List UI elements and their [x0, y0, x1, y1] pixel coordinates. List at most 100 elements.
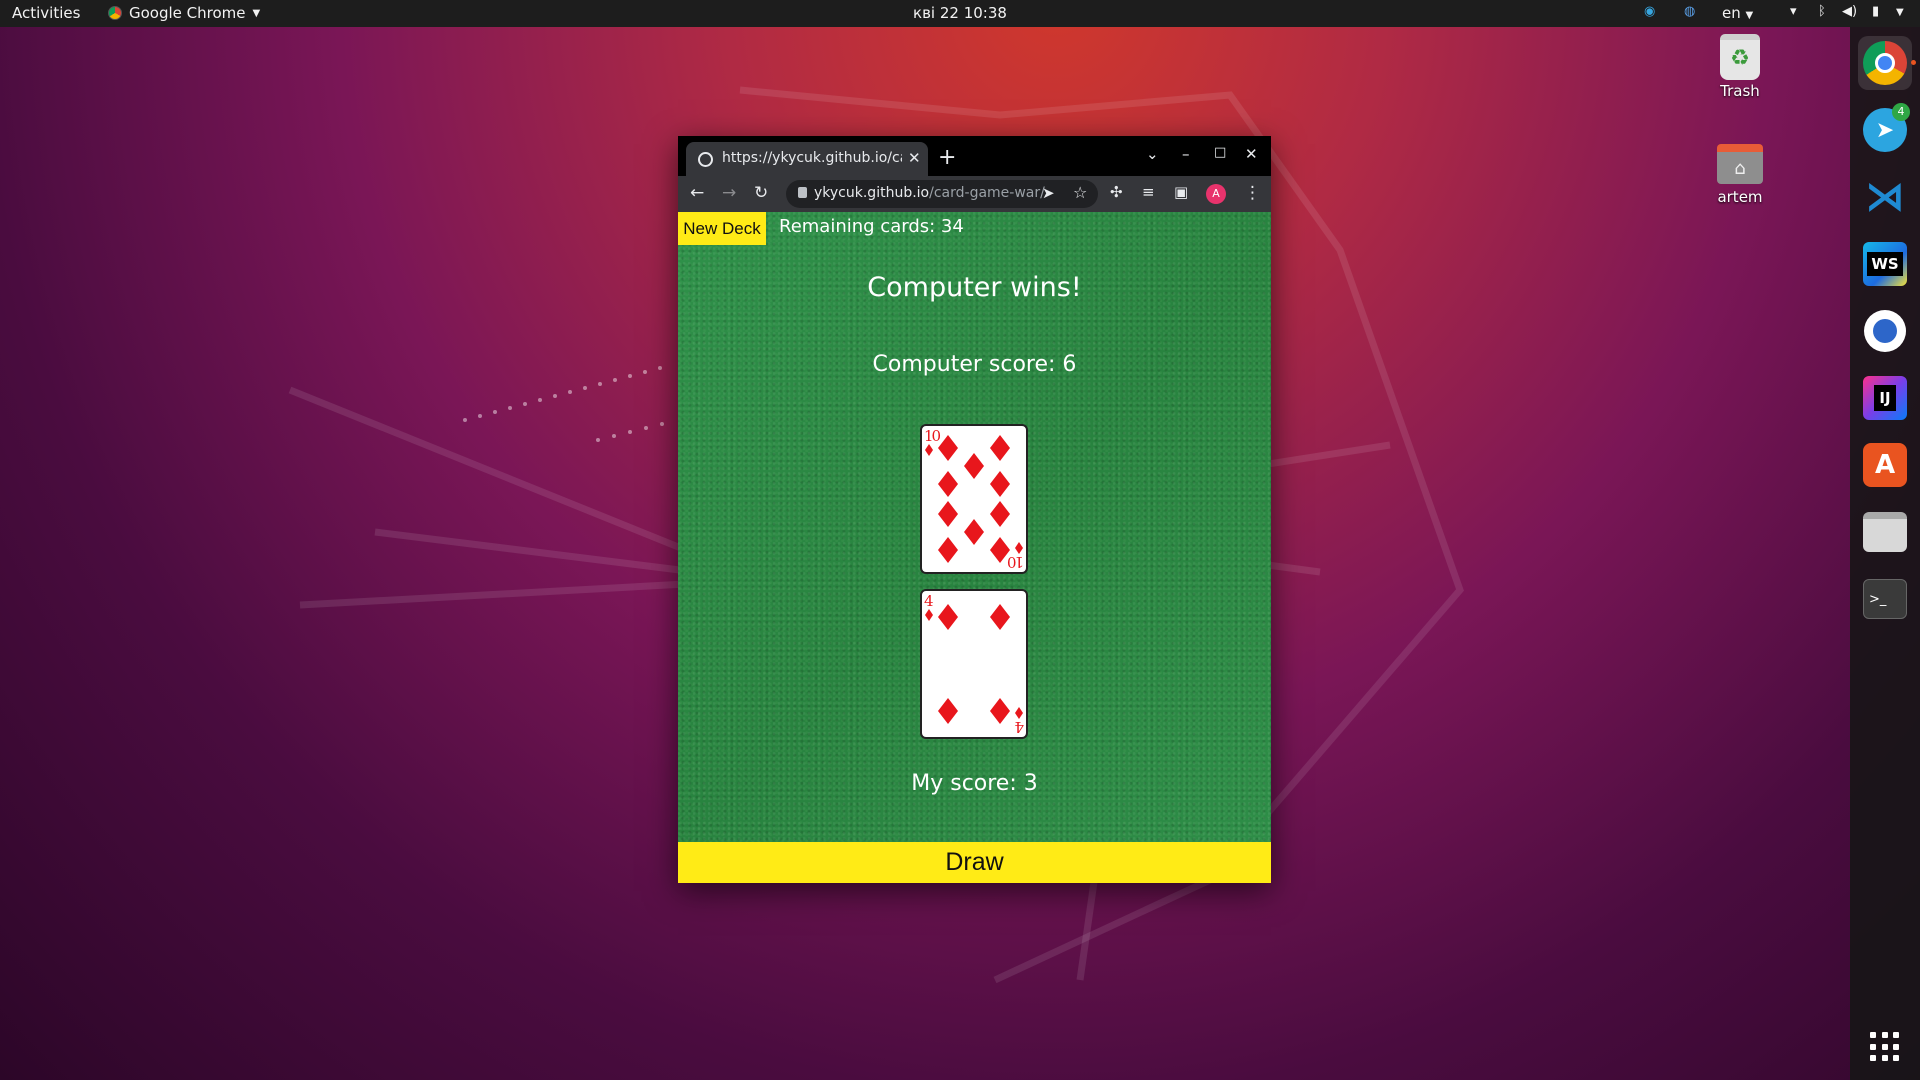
desktop-icon-home[interactable]: ⌂ artem: [1700, 144, 1780, 206]
vscode-icon: ⋊: [1865, 174, 1905, 220]
dock-files[interactable]: [1858, 505, 1912, 559]
app-icon: [1864, 310, 1906, 352]
running-indicator: [1911, 60, 1916, 65]
card-rank-corner: 4: [1015, 718, 1024, 736]
chrome-icon: [1863, 41, 1907, 85]
four-of-diamonds-card-face: 44: [924, 592, 1024, 736]
new-deck-button[interactable]: New Deck: [678, 212, 766, 245]
diamond-pip-icon: [938, 537, 958, 563]
tab-search-chevron-icon[interactable]: ⌄: [1146, 145, 1159, 163]
dock-terminal[interactable]: >_: [1858, 572, 1912, 626]
card-rank-corner: 10: [1007, 553, 1024, 571]
share-icon[interactable]: ➤: [1042, 184, 1055, 202]
window-close-button[interactable]: ✕: [1245, 145, 1258, 163]
extensions-puzzle-icon[interactable]: ✣: [1110, 183, 1123, 201]
close-icon[interactable]: ✕: [908, 149, 921, 167]
new-tab-button[interactable]: +: [938, 145, 956, 170]
tab-title: https://ykycuk.github.io/card-game-war/: [722, 150, 902, 166]
ten-of-diamonds-card-face: 10 10: [924, 427, 1024, 571]
lock-icon: [798, 187, 807, 198]
home-folder-icon: ⌂: [1717, 144, 1763, 184]
computer-score: Computer score: 6: [872, 352, 1077, 377]
diamond-pip-icon: [990, 501, 1010, 527]
address-bar[interactable]: ykycuk.github.io/card-game-war/ ➤ ☆: [786, 180, 1098, 208]
diamond-pip-icon: [938, 698, 958, 724]
desktop-icon-label: Trash: [1720, 82, 1760, 100]
system-menu-chevron-icon[interactable]: ▼: [1896, 7, 1904, 18]
intellij-label: IJ: [1874, 385, 1896, 411]
volume-icon[interactable]: ◀): [1842, 4, 1857, 19]
activities-button[interactable]: Activities: [12, 4, 80, 22]
diamond-pip-icon: [990, 537, 1010, 563]
kebab-menu-icon[interactable]: ⋮: [1244, 183, 1261, 203]
desktop-icon-trash[interactable]: ♻ Trash: [1700, 34, 1780, 100]
maximize-button[interactable]: □: [1214, 145, 1226, 160]
diamond-index-icon: [1015, 542, 1023, 554]
language-indicator[interactable]: en ▼: [1722, 4, 1753, 22]
chevron-down-icon: ▼: [1745, 10, 1754, 21]
files-icon: [1863, 512, 1907, 552]
diamond-index-icon: [1015, 707, 1023, 719]
diamond-pip-icon: [964, 453, 984, 479]
page-viewport: New Deck Remaining cards: 34 Computer wi…: [678, 212, 1271, 883]
clock[interactable]: кві 22 10:38: [0, 4, 1920, 22]
diamond-pip-icon: [990, 604, 1010, 630]
card-corner-bottom: 4: [1015, 718, 1024, 736]
bluetooth-icon[interactable]: ᛒ: [1818, 4, 1826, 19]
diamond-pip-icon: [990, 471, 1010, 497]
tab-active[interactable]: https://ykycuk.github.io/card-game-war/ …: [686, 142, 928, 176]
webstorm-label: WS: [1867, 252, 1903, 276]
diamond-pip-icon: [964, 519, 984, 545]
profile-avatar[interactable]: A: [1206, 184, 1226, 204]
trash-icon: ♻: [1720, 34, 1760, 80]
card-rank-corner: 4: [924, 592, 933, 610]
tab-strip: https://ykycuk.github.io/card-game-war/ …: [678, 136, 1271, 176]
show-applications-icon[interactable]: [1870, 1032, 1900, 1062]
card-rank-corner: 10: [924, 427, 941, 445]
dock: ➤ 4 ⋊ WS IJ A >_: [1850, 27, 1920, 1080]
dock-chrome[interactable]: [1858, 36, 1916, 90]
round-result: Computer wins!: [867, 272, 1082, 303]
chrome-window: https://ykycuk.github.io/card-game-war/ …: [678, 136, 1271, 883]
battery-icon[interactable]: ▮: [1872, 4, 1879, 19]
minimize-button[interactable]: –: [1182, 145, 1190, 163]
app-menu[interactable]: Google Chrome ▼: [108, 4, 260, 22]
side-panel-icon[interactable]: ▣: [1174, 183, 1188, 201]
globe-icon: [698, 152, 713, 167]
dock-software-center[interactable]: A: [1858, 438, 1912, 492]
telegram-tray-icon[interactable]: ◉: [1644, 4, 1655, 19]
dock-vscode[interactable]: ⋊: [1858, 170, 1912, 224]
url-host: ykycuk.github.io: [814, 185, 930, 201]
diamond-pip-icon: [938, 435, 958, 461]
dock-telegram[interactable]: ➤ 4: [1858, 103, 1912, 157]
diamond-index-icon: [925, 444, 933, 456]
gnome-top-bar: Activities Google Chrome ▼ кві 22 10:38 …: [0, 0, 1920, 27]
dock-intellij[interactable]: IJ: [1858, 371, 1912, 425]
app-menu-label: Google Chrome: [129, 4, 246, 22]
back-arrow-icon[interactable]: ←: [690, 183, 704, 203]
reload-icon[interactable]: ↻: [754, 183, 768, 203]
dock-webstorm[interactable]: WS: [1858, 237, 1912, 291]
webstorm-icon: WS: [1863, 242, 1907, 286]
intellij-icon: IJ: [1863, 376, 1907, 420]
chrome-icon: [108, 6, 122, 20]
bookmark-star-icon[interactable]: ☆: [1073, 183, 1087, 202]
player-card: 44: [920, 589, 1028, 739]
url-path: /card-game-war/: [929, 185, 1045, 201]
dock-app[interactable]: [1858, 304, 1912, 358]
computer-card: 10 10: [920, 424, 1028, 574]
forward-arrow-icon[interactable]: →: [722, 183, 736, 203]
diamond-pip-icon: [990, 435, 1010, 461]
diamond-pip-icon: [990, 698, 1010, 724]
wifi-icon[interactable]: ▾: [1790, 4, 1797, 19]
software-center-icon: A: [1863, 443, 1907, 487]
media-queue-icon[interactable]: ≡: [1142, 183, 1155, 201]
diamond-index-icon: [925, 609, 933, 621]
app-tray-icon[interactable]: ◍: [1684, 4, 1695, 19]
draw-button[interactable]: Draw: [678, 842, 1271, 883]
my-score: My score: 3: [911, 771, 1038, 796]
url-text: ykycuk.github.io/card-game-war/: [814, 185, 1045, 201]
chevron-down-icon: ▼: [252, 7, 261, 19]
diamond-pip-icon: [938, 471, 958, 497]
notification-badge: 4: [1892, 103, 1910, 121]
